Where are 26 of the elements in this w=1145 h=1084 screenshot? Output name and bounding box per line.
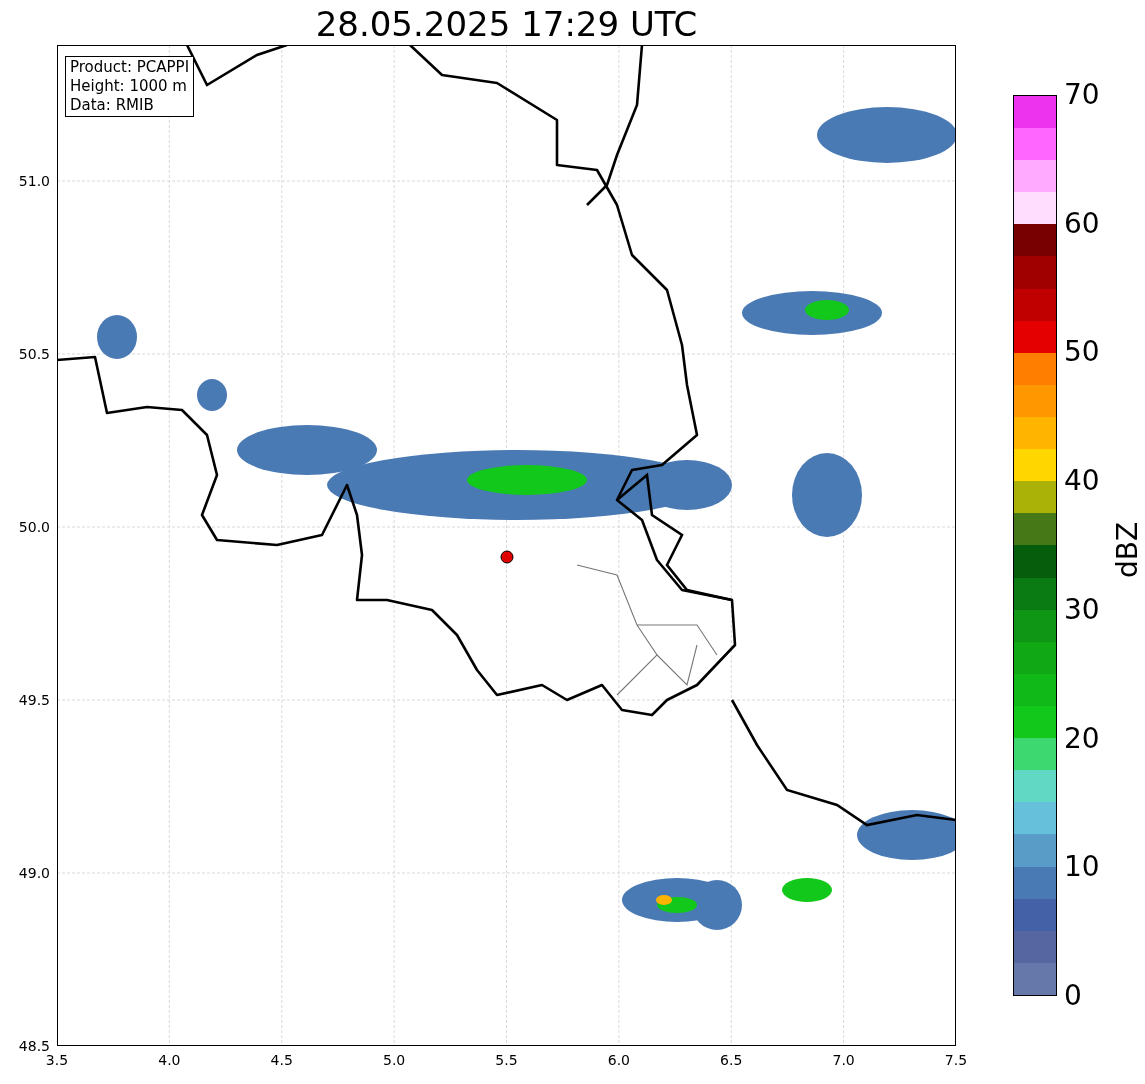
- colorbar-label: dBZ: [1113, 521, 1143, 579]
- x-tick-label: 5.5: [494, 1052, 519, 1068]
- info-box: Product: PCAPPI Height: 1000 m Data: RMIB: [65, 56, 195, 117]
- y-tick-label: 50.0: [17, 519, 50, 535]
- colorbar-tick-label: 10: [1064, 852, 1100, 883]
- x-tick-label: 7.0: [831, 1052, 856, 1068]
- y-tick-label: 49.0: [17, 865, 50, 881]
- colorbar-tick-label: 50: [1064, 337, 1100, 368]
- y-tick-label: 48.5: [17, 1038, 50, 1054]
- x-tick-label: 4.5: [269, 1052, 294, 1068]
- colorbar-tick-label: 40: [1064, 466, 1100, 497]
- x-tick-label: 7.5: [943, 1052, 969, 1068]
- colorbar-tick-label: 20: [1064, 723, 1100, 754]
- y-tick-label: 50.5: [17, 346, 50, 362]
- x-tick-label: 3.5: [44, 1052, 70, 1068]
- x-tick-label: 6.5: [719, 1052, 744, 1068]
- y-tick-label: 51.0: [17, 173, 50, 189]
- colorbar-tick-label: 60: [1064, 208, 1100, 239]
- chart-title: 28.05.2025 17:29 UTC: [314, 4, 699, 44]
- y-tick-label: 49.5: [17, 692, 50, 708]
- x-tick-label: 6.0: [606, 1052, 631, 1068]
- x-tick-label: 5.0: [382, 1052, 407, 1068]
- colorbar-tick-label: 0: [1064, 981, 1082, 1011]
- colorbar-tick-label: 70: [1064, 80, 1100, 110]
- x-tick-label: 4.0: [157, 1052, 182, 1068]
- colorbar-tick-label: 30: [1064, 594, 1100, 625]
